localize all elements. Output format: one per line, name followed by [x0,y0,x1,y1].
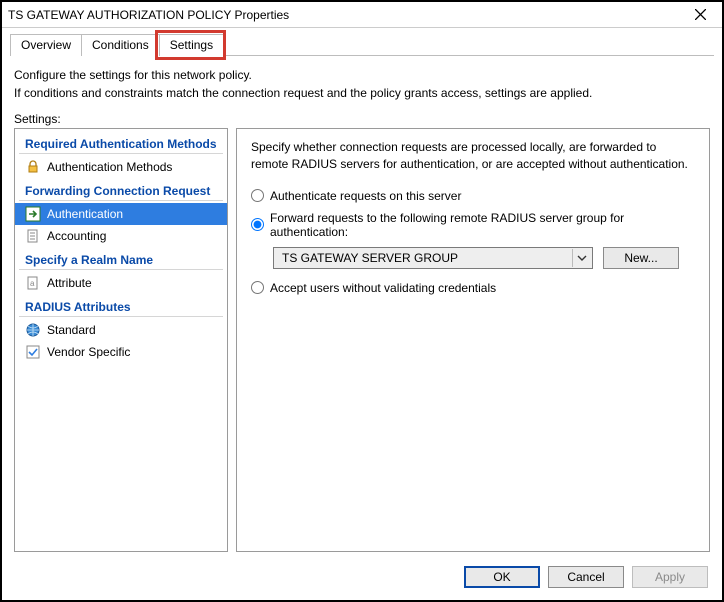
tree-item-vendor-specific[interactable]: Vendor Specific [15,341,227,363]
cancel-button[interactable]: Cancel [548,566,624,588]
button-label: Cancel [567,570,604,584]
pane-description: Specify whether connection requests are … [251,139,695,173]
tree-item-attribute[interactable]: a Attribute [15,272,227,294]
group-realm: Specify a Realm Name [19,249,223,270]
tab-overview[interactable]: Overview [10,34,82,56]
tab-conditions[interactable]: Conditions [81,34,160,56]
button-label: New... [624,251,657,265]
description-line-1: Configure the settings for this network … [14,68,710,82]
radio-forward-remote[interactable]: Forward requests to the following remote… [251,211,695,239]
radio-accept-input[interactable] [251,281,264,294]
apply-button: Apply [632,566,708,588]
tree-item-label: Standard [47,323,96,337]
group-required-auth: Required Authentication Methods [19,133,223,154]
radio-forward-remote-input[interactable] [251,218,264,231]
tree-item-accounting[interactable]: Accounting [15,225,227,247]
tree-item-label: Accounting [47,229,106,243]
titlebar: TS GATEWAY AUTHORIZATION POLICY Properti… [2,2,722,28]
combo-value: TS GATEWAY SERVER GROUP [282,251,458,265]
new-button[interactable]: New... [603,247,679,269]
chevron-down-icon [572,249,590,267]
forward-config-row: TS GATEWAY SERVER GROUP New... [273,247,695,269]
tab-settings[interactable]: Settings [159,34,224,56]
arrow-right-icon [25,206,41,222]
document-icon [25,228,41,244]
settings-label: Settings: [14,112,710,126]
tree-item-label: Attribute [47,276,92,290]
globe-icon [25,322,41,338]
tab-strip: Overview Conditions Settings [2,28,722,56]
server-group-combo[interactable]: TS GATEWAY SERVER GROUP [273,247,593,269]
settings-tree[interactable]: Required Authentication Methods Authenti… [14,128,228,552]
tree-item-label: Vendor Specific [47,345,130,359]
lock-icon [25,159,41,175]
description-line-2: If conditions and constraints match the … [14,86,710,100]
dialog-footer: OK Cancel Apply [2,556,722,600]
button-label: Apply [655,570,685,584]
svg-text:a: a [30,279,35,288]
radio-accept-without-validation[interactable]: Accept users without validating credenti… [251,281,695,295]
radio-label: Forward requests to the following remote… [270,211,695,239]
radio-label: Authenticate requests on this server [270,189,461,203]
group-radius-attrs: RADIUS Attributes [19,296,223,317]
close-icon [695,9,706,20]
tree-item-authentication[interactable]: Authentication [15,203,227,225]
split-pane: Required Authentication Methods Authenti… [14,128,710,552]
tree-item-label: Authentication Methods [47,160,172,174]
window-title: TS GATEWAY AUTHORIZATION POLICY Properti… [8,8,289,22]
tree-item-auth-methods[interactable]: Authentication Methods [15,156,227,178]
close-button[interactable] [680,4,720,26]
check-doc-icon [25,344,41,360]
attribute-icon: a [25,275,41,291]
radio-label: Accept users without validating credenti… [270,281,496,295]
radio-authenticate-local-input[interactable] [251,189,264,202]
group-forwarding: Forwarding Connection Request [19,180,223,201]
tab-content: Configure the settings for this network … [2,56,722,556]
properties-dialog: TS GATEWAY AUTHORIZATION POLICY Properti… [0,0,724,602]
tree-item-label: Authentication [47,207,123,221]
settings-detail-pane: Specify whether connection requests are … [236,128,710,552]
button-label: OK [493,570,510,584]
radio-authenticate-local[interactable]: Authenticate requests on this server [251,189,695,203]
ok-button[interactable]: OK [464,566,540,588]
tree-item-standard[interactable]: Standard [15,319,227,341]
